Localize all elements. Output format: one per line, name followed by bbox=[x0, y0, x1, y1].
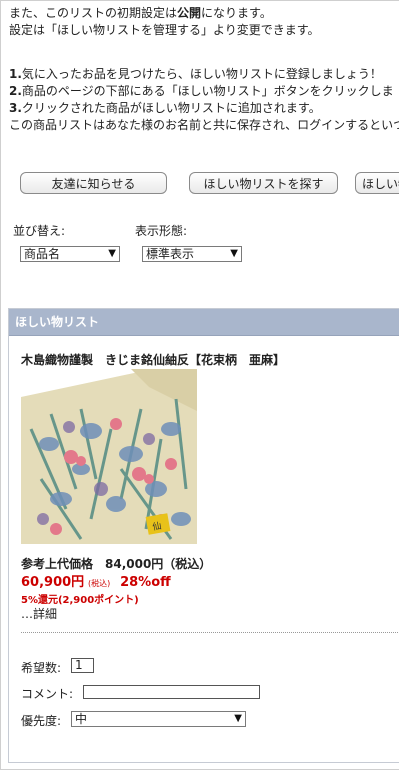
wishlist-panel: ほしい物リスト 木島織物謹製 きじま銘仙紬反【花束柄 亜麻】 仙 参考上代価格 … bbox=[8, 308, 399, 763]
product-title[interactable]: 木島織物謹製 きじま銘仙紬反【花束柄 亜麻】 bbox=[21, 351, 285, 368]
step-1-text: 気に入ったお品を見つけたら、ほしい物リストに登録しましょう！ bbox=[21, 67, 382, 81]
find-wishlist-button[interactable]: ほしい物リストを探す bbox=[189, 172, 338, 194]
intro-line-2: 設定は「ほしい物リストを管理する」より変更できます。 bbox=[9, 23, 320, 37]
chevron-down-icon: ▼ bbox=[230, 248, 238, 259]
step-2-number: 2. bbox=[9, 84, 22, 98]
display-select-value: 標準表示 bbox=[146, 247, 195, 261]
action-buttons: 友達に知らせる ほしい物リストを探す ほしい物 bbox=[1, 172, 399, 196]
product-image[interactable]: 仙 bbox=[21, 369, 197, 544]
priority-select[interactable]: 中 ▼ bbox=[71, 711, 246, 727]
wishlist-more-button[interactable]: ほしい物 bbox=[355, 172, 399, 194]
kimono-fabric-picture: 仙 bbox=[21, 369, 197, 544]
sale-price-row: 60,900円 (税込) 28%off bbox=[21, 571, 171, 590]
detail-link[interactable]: …詳細 bbox=[21, 605, 57, 622]
intro-text: また、このリストの初期設定は公開になります。 設定は「ほしい物リストを管理する」… bbox=[9, 5, 399, 134]
list-price: 参考上代価格 84,000円（税込） bbox=[21, 557, 212, 571]
intro-line-last: この商品リストはあなた様のお名前と共に保存され、ログインするといつで bbox=[9, 118, 399, 132]
display-label: 表示形態: bbox=[135, 224, 188, 238]
intro-line-1-pre: また、このリストの初期設定は bbox=[9, 6, 178, 20]
intro-step-1: 1.気に入ったお品を見つけたら、ほしい物リストに登録しましょう！ bbox=[9, 66, 399, 83]
wishlist-panel-title: ほしい物リスト bbox=[9, 309, 399, 336]
comment-label: コメント: bbox=[21, 687, 74, 701]
priority-label: 優先度: bbox=[21, 714, 62, 728]
step-1-number: 1. bbox=[9, 67, 22, 81]
tax-note: (税込) bbox=[88, 579, 111, 588]
reward-points: 5%還元(2,900ポイント) bbox=[21, 595, 139, 606]
sort-label: 並び替え: bbox=[13, 224, 66, 238]
quantity-input[interactable]: 1 bbox=[71, 658, 94, 673]
discount-badge: 28%off bbox=[120, 575, 171, 590]
page-frame: また、このリストの初期設定は公開になります。 設定は「ほしい物リストを管理する」… bbox=[0, 0, 399, 770]
step-2-text: 商品のページの下部にある「ほしい物リスト」ボタンをクリックしま bbox=[21, 84, 394, 98]
sort-select-value: 商品名 bbox=[24, 247, 61, 261]
display-select[interactable]: 標準表示 ▼ bbox=[142, 246, 242, 262]
divider bbox=[21, 632, 399, 633]
sort-select[interactable]: 商品名 ▼ bbox=[20, 246, 120, 262]
priority-select-value: 中 bbox=[75, 712, 88, 726]
comment-input[interactable] bbox=[83, 685, 260, 699]
chevron-down-icon: ▼ bbox=[108, 248, 116, 259]
chevron-down-icon: ▼ bbox=[234, 713, 242, 724]
intro-line-1: また、このリストの初期設定は公開になります。 bbox=[9, 5, 399, 22]
step-3-number: 3. bbox=[9, 101, 22, 115]
step-3-text: クリックされた商品がほしい物リストに追加されます。 bbox=[21, 101, 321, 115]
tell-friend-button[interactable]: 友達に知らせる bbox=[20, 172, 167, 194]
intro-step-3: 3.クリックされた商品がほしい物リストに追加されます。 bbox=[9, 100, 399, 117]
sale-price: 60,900円 bbox=[21, 575, 85, 590]
intro-line-1-bold: 公開 bbox=[177, 6, 202, 20]
quantity-label: 希望数: bbox=[21, 661, 62, 675]
intro-step-2: 2.商品のページの下部にある「ほしい物リスト」ボタンをクリックしま bbox=[9, 83, 399, 100]
intro-line-1-post: になります。 bbox=[201, 6, 272, 20]
